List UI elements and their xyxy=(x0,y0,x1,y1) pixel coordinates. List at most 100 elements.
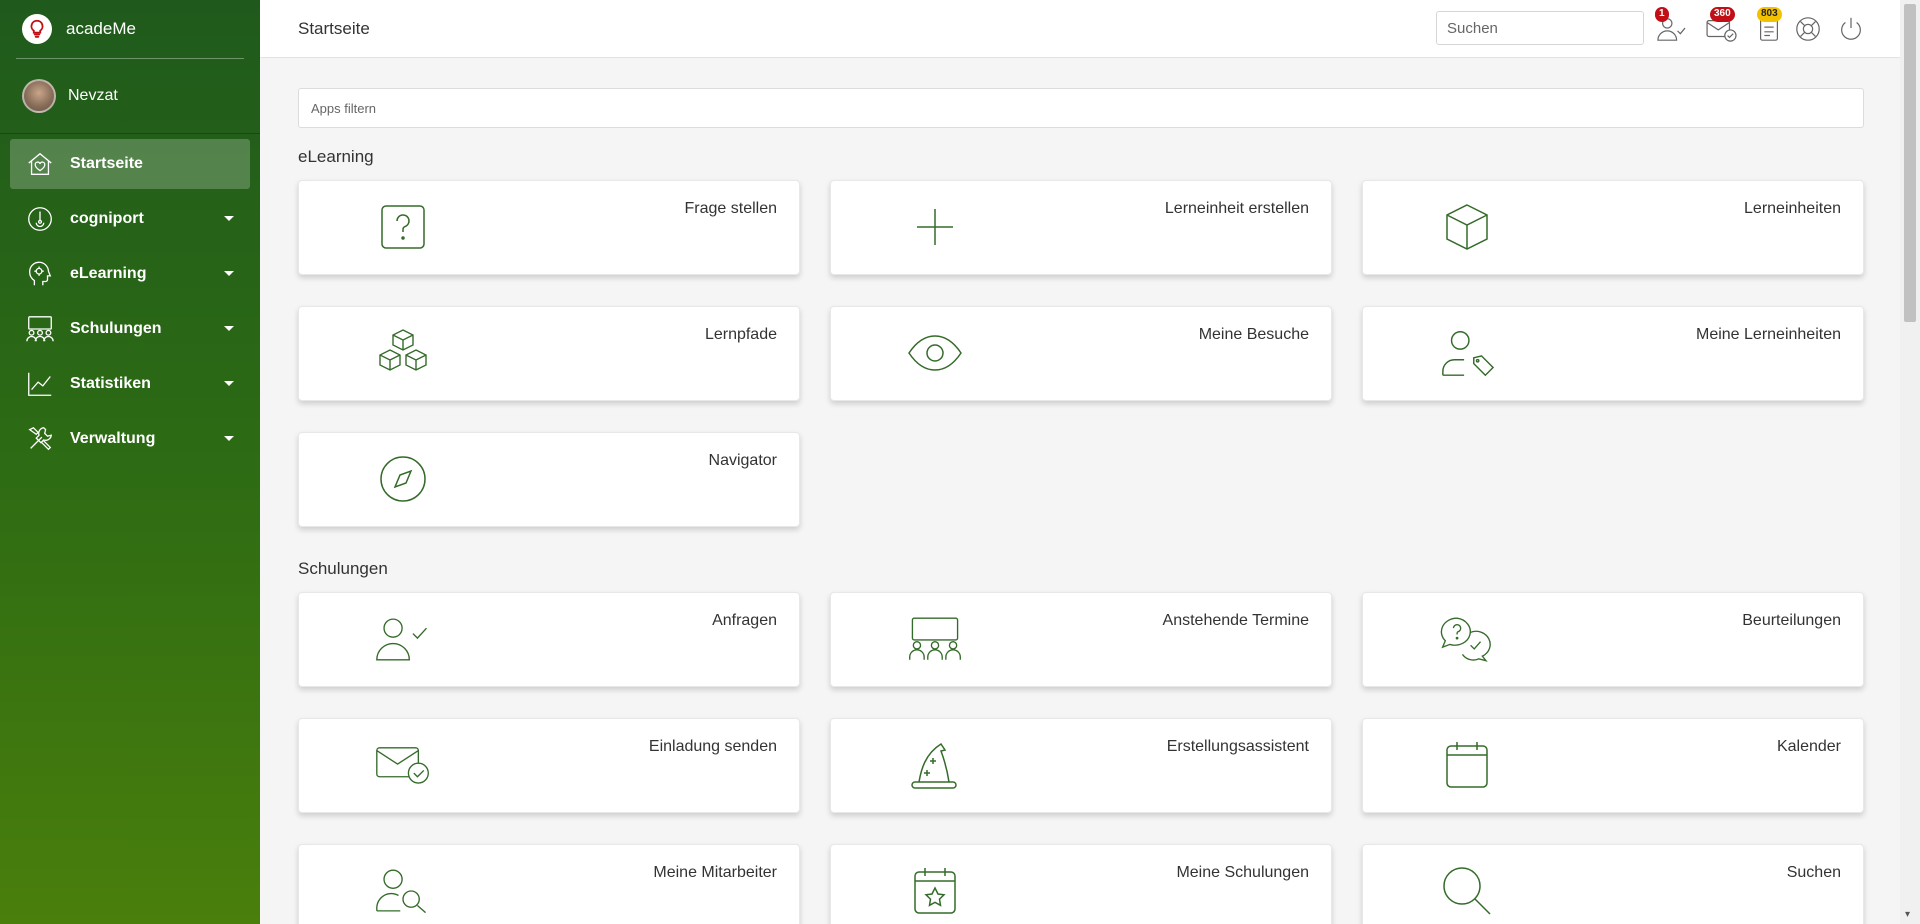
app-card-label: Meine Besuche xyxy=(1198,326,1309,343)
app-logo-icon xyxy=(22,14,52,44)
cube-icon xyxy=(1439,199,1495,255)
app-card[interactable]: Lernpfade xyxy=(298,306,800,401)
app-card[interactable]: Anstehende Termine xyxy=(830,592,1332,687)
search-icon xyxy=(1439,863,1495,919)
app-card[interactable]: Einladung senden xyxy=(298,718,800,813)
wizard-hat-icon xyxy=(907,737,963,793)
sidebar: acadeMe Nevzat Startseite cogniport eLea… xyxy=(0,0,260,924)
app-card-label: Beurteilungen xyxy=(1742,612,1841,629)
power-icon xyxy=(1837,15,1865,43)
head-gear-icon xyxy=(24,258,56,290)
chevron-down-icon xyxy=(224,381,234,386)
chevron-down-icon xyxy=(224,271,234,276)
user-tag-icon xyxy=(1439,325,1495,381)
lifebuoy-icon xyxy=(1794,15,1822,43)
chevron-down-icon xyxy=(224,216,234,221)
app-card-label: Meine Lerneinheiten xyxy=(1696,326,1841,343)
app-card[interactable]: Frage stellen xyxy=(298,180,800,275)
sidebar-item-label: eLearning xyxy=(70,265,147,282)
app-card[interactable]: Erstellungsassistent xyxy=(830,718,1332,813)
app-card[interactable]: Meine Besuche xyxy=(830,306,1332,401)
user-profile[interactable]: Nevzat xyxy=(0,59,260,133)
scroll-down-icon[interactable]: ▾ xyxy=(1905,910,1915,920)
page-title: Startseite xyxy=(298,19,370,38)
app-card-label: Meine Schulungen xyxy=(1176,864,1309,881)
section-title: Schulungen xyxy=(298,559,388,578)
sidebar-item-elearning[interactable]: eLearning xyxy=(10,249,250,299)
user-name: Nevzat xyxy=(68,87,118,104)
sidebar-item-statistiken[interactable]: Statistiken xyxy=(10,359,250,409)
app-name: acadeMe xyxy=(66,19,136,38)
page-scrollbar[interactable]: ▾ xyxy=(1900,0,1920,924)
app-card[interactable]: Kalender xyxy=(1362,718,1864,813)
help-button[interactable] xyxy=(1790,12,1826,46)
compass-icon xyxy=(375,451,431,507)
app-card-label: Lernpfade xyxy=(704,326,777,343)
mail-check-icon xyxy=(375,737,431,793)
sidebar-item-schulungen[interactable]: Schulungen xyxy=(10,304,250,354)
sidebar-item-label: Schulungen xyxy=(70,320,162,337)
app-card[interactable]: Lerneinheit erstellen xyxy=(830,180,1332,275)
requests-button[interactable]: 1 xyxy=(1653,7,1689,46)
question-icon xyxy=(375,199,431,255)
calendar-star-icon xyxy=(907,863,963,919)
avatar xyxy=(22,79,56,113)
app-card-label: Einladung senden xyxy=(648,738,777,755)
app-card[interactable]: Meine Schulungen xyxy=(830,844,1332,924)
app-grid: Anfragen Anstehende Termine Beurteilunge… xyxy=(298,592,1864,924)
messages-badge: 360 xyxy=(1710,7,1735,22)
chat-bubbles-icon xyxy=(1439,611,1495,667)
sidebar-nav: Startseite cogniport eLearning Schulunge… xyxy=(0,134,260,464)
logout-button[interactable] xyxy=(1833,12,1869,46)
app-card-label: Erstellungsassistent xyxy=(1166,738,1309,755)
brand[interactable]: acadeMe xyxy=(0,0,260,58)
app-card[interactable]: Lerneinheiten xyxy=(1362,180,1864,275)
app-card[interactable]: Suchen xyxy=(1362,844,1864,924)
dashboard-gauge-icon xyxy=(24,203,56,235)
app-card-label: Anstehende Termine xyxy=(1162,612,1309,629)
calendar-icon xyxy=(1439,737,1495,793)
app-card-label: Suchen xyxy=(1786,864,1841,881)
sidebar-item-startseite[interactable]: Startseite xyxy=(10,139,250,189)
chevron-down-icon xyxy=(224,326,234,331)
app-card-label: Kalender xyxy=(1776,738,1841,755)
apps-filter-input[interactable] xyxy=(298,88,1864,128)
sidebar-item-label: cogniport xyxy=(70,210,144,227)
tasks-badge: 803 xyxy=(1757,7,1782,22)
app-card[interactable]: Beurteilungen xyxy=(1362,592,1864,687)
messages-button[interactable]: 360 xyxy=(1704,7,1740,46)
section-title: eLearning xyxy=(298,147,374,166)
header: Startseite 1 360 803 xyxy=(260,0,1900,58)
app-card[interactable]: Meine Mitarbeiter xyxy=(298,844,800,924)
app-card[interactable]: Meine Lerneinheiten xyxy=(1362,306,1864,401)
chevron-down-icon xyxy=(224,436,234,441)
app-card-label: Lerneinheit erstellen xyxy=(1164,200,1309,217)
line-chart-icon xyxy=(24,368,56,400)
sidebar-item-label: Verwaltung xyxy=(70,430,156,447)
app-grid: Frage stellen Lerneinheit erstellen Lern… xyxy=(298,180,1864,527)
app-card-label: Navigator xyxy=(708,452,777,469)
app-card[interactable]: Navigator xyxy=(298,432,800,527)
presentation-group-icon xyxy=(907,611,963,667)
sidebar-item-label: Statistiken xyxy=(70,375,151,392)
user-check-icon xyxy=(375,611,431,667)
cubes-icon xyxy=(375,325,431,381)
app-card-label: Anfragen xyxy=(712,612,777,629)
group-presentation-icon xyxy=(24,313,56,345)
app-card-label: Meine Mitarbeiter xyxy=(653,864,777,881)
main-content: eLearning Frage stellen Lerneinheit erst… xyxy=(298,88,1864,924)
app-card[interactable]: Anfragen xyxy=(298,592,800,687)
app-card-label: Lerneinheiten xyxy=(1744,200,1841,217)
eye-icon xyxy=(907,325,963,381)
sidebar-item-cogniport[interactable]: cogniport xyxy=(10,194,250,244)
plus-icon xyxy=(907,199,963,255)
sidebar-item-label: Startseite xyxy=(70,155,143,172)
tasks-button[interactable]: 803 xyxy=(1751,7,1787,46)
scrollbar-thumb[interactable] xyxy=(1904,4,1916,322)
requests-badge: 1 xyxy=(1655,7,1669,22)
sidebar-item-verwaltung[interactable]: Verwaltung xyxy=(10,414,250,464)
app-card-label: Frage stellen xyxy=(684,200,778,217)
home-heart-icon xyxy=(24,148,56,180)
search-input[interactable] xyxy=(1436,11,1644,45)
user-search-icon xyxy=(375,863,431,919)
